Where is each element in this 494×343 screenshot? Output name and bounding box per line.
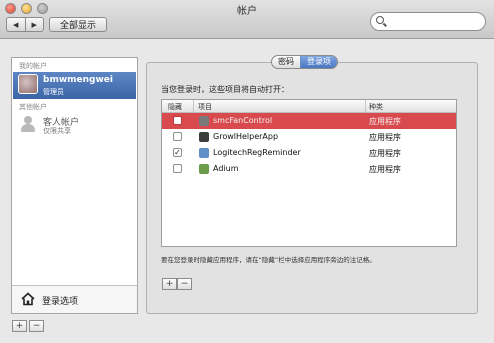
login-item-kind: 应用程序 xyxy=(369,133,401,142)
column-header-item[interactable]: 项目 xyxy=(198,102,212,112)
remove-login-item-button[interactable]: − xyxy=(177,278,192,290)
search-field[interactable] xyxy=(370,12,486,31)
accounts-sidebar: 我的帐户 bmwmengwei 管理员 其他帐户 客人帐户 仅限共享 登录选项 xyxy=(11,57,138,314)
accounts-window: 帐户 ◀ ▶ 全部显示 我的帐户 bmwmengwei 管理员 其他帐户 客人帐… xyxy=(0,0,494,343)
table-row[interactable]: GrowlHelperApp 应用程序 xyxy=(162,129,456,145)
tab-password[interactable]: 密码 xyxy=(272,56,300,68)
login-options-label: 登录选项 xyxy=(42,297,79,307)
other-accounts-header: 其他帐户 xyxy=(19,103,47,111)
hide-checkbox[interactable]: ✓ xyxy=(173,148,182,157)
account-name: bmwmengwei xyxy=(43,75,113,85)
avatar xyxy=(18,74,38,94)
back-button[interactable]: ◀ xyxy=(7,18,25,31)
app-icon xyxy=(199,148,209,158)
column-header-hide[interactable]: 隐藏 xyxy=(168,102,182,112)
hide-hint-text: 要在您登录时隐藏应用程序，请在“隐藏”栏中选择应用程序旁边的注记格。 xyxy=(161,256,376,264)
remove-account-button[interactable]: − xyxy=(29,320,44,332)
hide-checkbox[interactable] xyxy=(173,116,182,125)
login-items-table: 隐藏 项目 种类 smcFanControl 应用程序 GrowlHelperApp… xyxy=(161,99,457,247)
table-header: 隐藏 项目 种类 xyxy=(162,100,456,113)
table-row[interactable]: ✓ LogitechRegReminder 应用程序 xyxy=(162,145,456,161)
login-items-prompt: 当您登录时，这些项目将自动打开： xyxy=(161,85,289,94)
login-item-name: LogitechRegReminder xyxy=(213,148,301,157)
app-icon xyxy=(199,164,209,174)
add-login-item-button[interactable]: + xyxy=(162,278,177,290)
search-icon xyxy=(376,16,384,24)
title-bar: 帐户 ◀ ▶ 全部显示 xyxy=(0,0,494,39)
login-item-add-remove: + − xyxy=(162,278,192,290)
login-items-rows: smcFanControl 应用程序 GrowlHelperApp 应用程序 ✓ Logi… xyxy=(162,113,456,177)
login-item-kind: 应用程序 xyxy=(369,117,401,126)
login-item-name: smcFanControl xyxy=(213,116,273,125)
login-item-kind: 应用程序 xyxy=(369,149,401,158)
column-header-kind[interactable]: 种类 xyxy=(369,102,383,112)
hide-checkbox[interactable] xyxy=(173,132,182,141)
table-row[interactable]: Adium 应用程序 xyxy=(162,161,456,177)
add-account-button[interactable]: + xyxy=(12,320,27,332)
house-icon xyxy=(21,292,35,306)
login-options-item[interactable]: 登录选项 xyxy=(12,285,137,313)
tab-login-items[interactable]: 登录项 xyxy=(300,56,337,68)
forward-button[interactable]: ▶ xyxy=(24,18,44,31)
account-item-bmwmengwei[interactable]: bmwmengwei 管理员 xyxy=(13,72,136,99)
tab-bar: 密码 登录项 xyxy=(271,55,338,69)
account-role: 管理员 xyxy=(43,88,64,96)
login-item-kind: 应用程序 xyxy=(369,165,401,174)
guest-user-icon xyxy=(20,116,36,132)
table-row[interactable]: smcFanControl 应用程序 xyxy=(162,113,456,129)
hide-checkbox[interactable] xyxy=(173,164,182,173)
show-all-button[interactable]: 全部显示 xyxy=(49,17,107,32)
back-forward-buttons: ◀ ▶ xyxy=(6,17,44,32)
guest-account-sub: 仅限共享 xyxy=(43,127,71,135)
login-item-name: Adium xyxy=(213,164,239,173)
login-item-name: GrowlHelperApp xyxy=(213,132,279,141)
my-accounts-header: 我的帐户 xyxy=(19,62,47,70)
account-item-guest[interactable]: 客人帐户 仅限共享 xyxy=(13,113,136,137)
app-icon xyxy=(199,132,209,142)
app-icon xyxy=(199,116,209,126)
